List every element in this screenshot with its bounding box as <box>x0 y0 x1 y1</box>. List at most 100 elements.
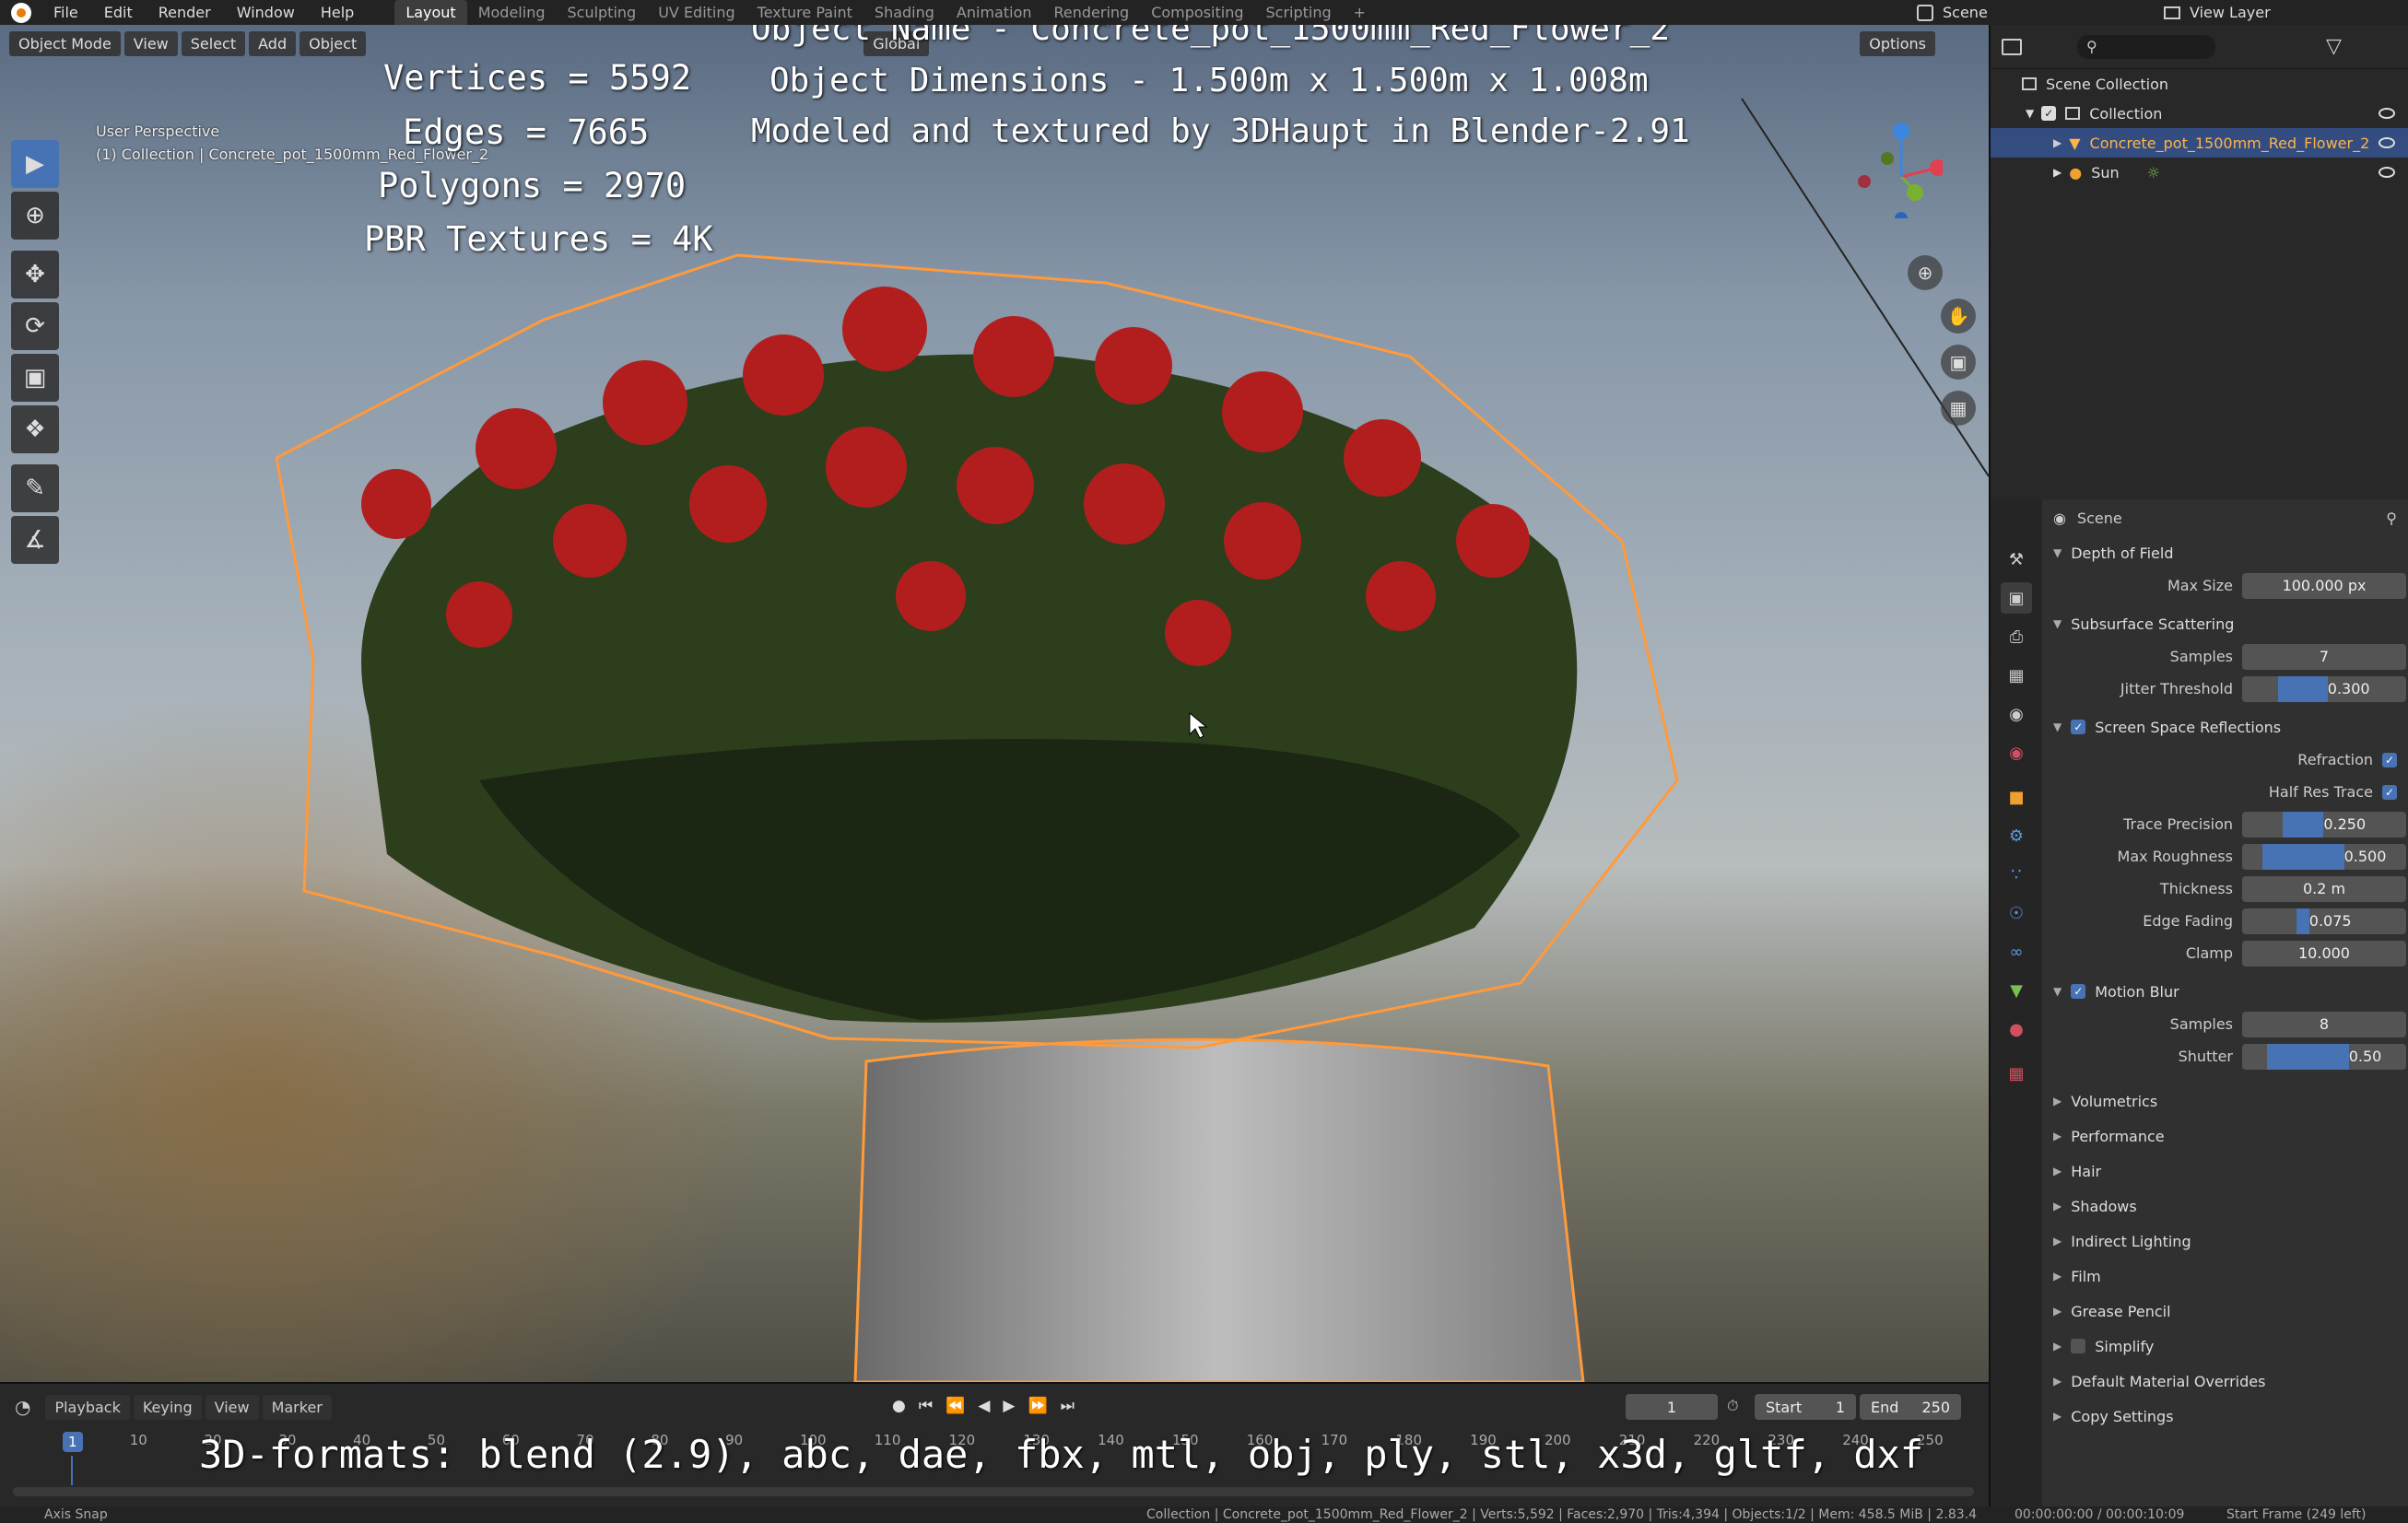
menu-edit[interactable]: Edit <box>91 0 146 25</box>
texture-tab-icon[interactable]: ▦ <box>2001 1058 2032 1089</box>
pin-icon[interactable]: ⚲ <box>2386 510 2397 527</box>
playback-menu[interactable]: Playback <box>45 1394 130 1420</box>
timeline-view-menu[interactable]: View <box>205 1394 259 1420</box>
tab-modeling[interactable]: Modeling <box>467 0 557 25</box>
viewport-menu-select[interactable]: Select <box>181 30 246 56</box>
viewport-menu-view[interactable]: View <box>123 30 178 56</box>
navigation-gizmo[interactable]: ⊕ <box>1858 117 1970 290</box>
output-tab-icon[interactable]: ⎙ <box>2001 621 2032 652</box>
outliner-scene-collection[interactable]: Scene Collection <box>1991 69 2408 99</box>
panel-screen-space-reflections[interactable]: ▼ ✓ Screen Space Reflections <box>2042 710 2408 744</box>
tab-uv-editing[interactable]: UV Editing <box>647 0 746 25</box>
ortho-toggle-icon[interactable]: ▦ <box>1941 391 1976 426</box>
filter-icon[interactable]: ▽ <box>2326 35 2342 58</box>
visibility-eye-icon[interactable] <box>2379 167 2395 178</box>
record-icon[interactable]: ● <box>892 1397 906 1415</box>
tab-rendering[interactable]: Rendering <box>1043 0 1141 25</box>
panel-depth-of-field[interactable]: ▼ Depth of Field <box>2042 536 2408 569</box>
mb-samples-field[interactable]: 8 <box>2242 1011 2406 1037</box>
scene-tab-icon[interactable]: ◉ <box>2001 698 2032 730</box>
tab-shading[interactable]: Shading <box>863 0 946 25</box>
panel-simplify[interactable]: ▶ Simplify <box>2042 1329 2408 1364</box>
edge-fading-slider[interactable]: 0.075 <box>2242 908 2406 934</box>
menu-render[interactable]: Render <box>146 0 224 25</box>
menu-file[interactable]: File <box>41 0 91 25</box>
tab-sculpting[interactable]: Sculpting <box>556 0 647 25</box>
scale-tool-icon[interactable]: ▣ <box>11 354 59 402</box>
physics-tab-icon[interactable]: ☉ <box>2001 897 2032 929</box>
viewport-menu-object[interactable]: Object <box>300 30 367 56</box>
panel-grease-pencil[interactable]: ▶ Grease Pencil <box>2042 1294 2408 1329</box>
stopwatch-icon[interactable]: ⏱ <box>1727 1397 1738 1415</box>
expand-chevron-icon[interactable]: ▶ <box>2053 166 2061 179</box>
panel-hair[interactable]: ▶ Hair <box>2042 1154 2408 1189</box>
transform-tool-icon[interactable]: ❖ <box>11 405 59 453</box>
material-tab-icon[interactable]: ● <box>2001 1013 2032 1045</box>
current-frame-field[interactable]: 1 <box>1626 1394 1718 1420</box>
render-tab-icon[interactable]: ▣ <box>2001 582 2032 614</box>
world-tab-icon[interactable]: ◉ <box>2001 737 2032 768</box>
options-button[interactable]: Options <box>1860 30 1935 56</box>
panel-shadows[interactable]: ▶ Shadows <box>2042 1189 2408 1224</box>
tab-compositing[interactable]: Compositing <box>1140 0 1254 25</box>
prev-keyframe-icon[interactable]: ⏪ <box>946 1397 965 1415</box>
sss-samples-field[interactable]: 7 <box>2242 643 2406 670</box>
tab-scripting[interactable]: Scripting <box>1255 0 1343 25</box>
panel-default-material-overrides[interactable]: ▶ Default Material Overrides <box>2042 1364 2408 1399</box>
move-tool-icon[interactable]: ✥ <box>11 251 59 299</box>
editor-type-icon[interactable]: ◔ <box>15 1396 30 1418</box>
camera-view-icon[interactable]: ▣ <box>1941 345 1976 380</box>
panel-subsurface-scattering[interactable]: ▼ Subsurface Scattering <box>2042 607 2408 640</box>
simplify-checkbox[interactable] <box>2071 1339 2086 1353</box>
tab-layout[interactable]: Layout <box>394 0 467 25</box>
keying-menu[interactable]: Keying <box>133 1394 202 1420</box>
marker-menu[interactable]: Marker <box>262 1394 332 1420</box>
annotate-tool-icon[interactable]: ✎ <box>11 464 59 512</box>
timeline-scrollbar[interactable] <box>13 1487 1974 1496</box>
visibility-eye-icon[interactable] <box>2379 108 2395 119</box>
expand-chevron-icon[interactable]: ▶ <box>2053 136 2061 149</box>
trace-precision-slider[interactable]: 0.250 <box>2242 811 2406 838</box>
add-workspace-button[interactable]: + <box>1343 0 1377 25</box>
axis-gizmo-icon[interactable] <box>1850 117 1943 218</box>
3d-viewport[interactable]: Object Mode View Select Add Object Globa… <box>0 25 1989 1382</box>
panel-performance[interactable]: ▶ Performance <box>2042 1119 2408 1154</box>
view-layer-tab-icon[interactable]: ▦ <box>2001 660 2032 691</box>
visibility-eye-icon[interactable] <box>2379 137 2395 148</box>
shutter-slider[interactable]: 0.50 <box>2242 1043 2406 1070</box>
menu-window[interactable]: Window <box>224 0 308 25</box>
motion-blur-checkbox[interactable]: ✓ <box>2071 984 2086 999</box>
end-frame-field[interactable]: End 250 <box>1860 1394 1961 1420</box>
play-icon[interactable]: ▶ <box>1003 1397 1015 1415</box>
rotate-tool-icon[interactable]: ⟳ <box>11 302 59 350</box>
viewport-menu-add[interactable]: Add <box>249 30 297 56</box>
outliner-sun-row[interactable]: ▶ ● Sun ☼ <box>1991 158 2408 187</box>
collection-checkbox[interactable]: ✓ <box>2041 106 2057 121</box>
mode-selector[interactable]: Object Mode <box>9 30 121 56</box>
tab-animation[interactable]: Animation <box>946 0 1043 25</box>
max-size-field[interactable]: 100.000 px <box>2242 572 2406 599</box>
cursor-tool-icon[interactable]: ⊕ <box>11 192 59 240</box>
modifier-tab-icon[interactable]: ⚙ <box>2001 820 2032 851</box>
tab-texture-paint[interactable]: Texture Paint <box>746 0 863 25</box>
object-tab-icon[interactable]: ■ <box>2001 781 2032 813</box>
view-layer-selector[interactable]: View Layer <box>2164 0 2271 25</box>
menu-help[interactable]: Help <box>308 0 367 25</box>
thickness-field[interactable]: 0.2 m <box>2242 875 2406 902</box>
jump-end-icon[interactable]: ⏭ <box>1061 1397 1075 1415</box>
select-tool-icon[interactable]: ▶ <box>11 140 59 188</box>
zoom-view-icon[interactable]: ⊕ <box>1908 255 1943 290</box>
refraction-checkbox[interactable]: ✓ <box>2382 752 2397 767</box>
mesh-data-tab-icon[interactable]: ▼ <box>2001 975 2032 1006</box>
start-frame-field[interactable]: Start 1 <box>1755 1394 1856 1420</box>
play-reverse-icon[interactable]: ◀ <box>978 1397 990 1415</box>
outliner-search-field[interactable]: ⚲ <box>2077 34 2215 59</box>
constraints-tab-icon[interactable]: ∞ <box>2001 936 2032 967</box>
measure-tool-icon[interactable]: ∡ <box>11 516 59 564</box>
outliner-collection[interactable]: ▼ ✓ Collection <box>1991 99 2408 128</box>
display-mode-icon[interactable] <box>2002 38 2022 55</box>
expand-chevron-icon[interactable]: ▼ <box>2026 107 2034 120</box>
pan-view-icon[interactable]: ✋ <box>1941 299 1976 334</box>
max-roughness-slider[interactable]: 0.500 <box>2242 843 2406 870</box>
outliner-object-row[interactable]: ▶ ▼ Concrete_pot_1500mm_Red_Flower_2 <box>1991 128 2408 158</box>
